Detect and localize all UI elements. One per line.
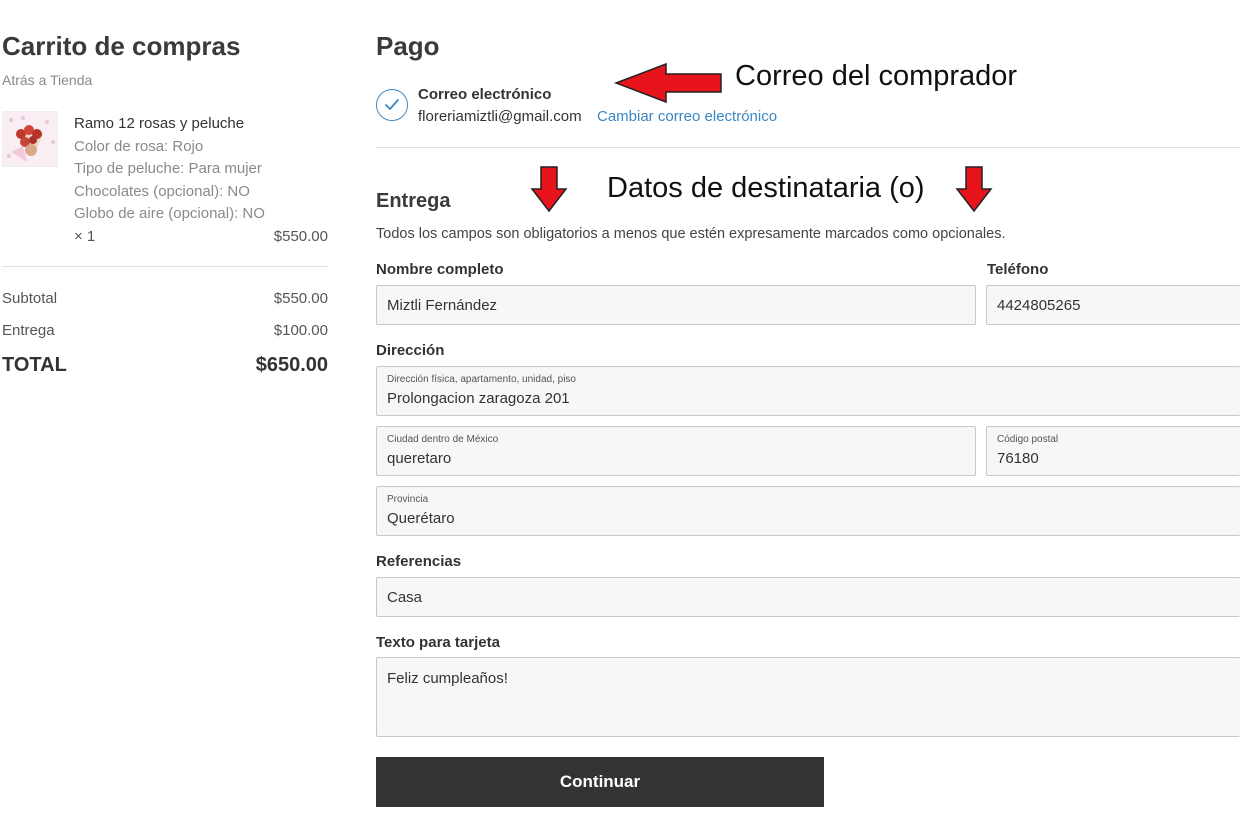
full-name-input[interactable]: Miztli Fernández	[376, 285, 976, 325]
province-select[interactable]: Provincia Querétaro	[376, 486, 1240, 536]
references-value: Casa	[387, 588, 423, 606]
email-value: floreriamiztli@gmail.com	[418, 108, 582, 125]
references-input[interactable]: Casa	[376, 577, 1240, 617]
email-label: Correo electrónico	[418, 86, 552, 103]
postal-code-label: Código postal	[997, 434, 1059, 445]
section-divider	[376, 147, 1240, 148]
phone-label: Teléfono	[987, 261, 1049, 278]
card-text-value: Feliz cumpleaños!	[387, 670, 508, 687]
cart-title: Carrito de compras	[2, 31, 241, 61]
product-option-plush-type: Tipo de peluche: Para mujer	[74, 160, 262, 177]
city-value: queretaro	[387, 450, 452, 467]
delivery-section-title: Entrega	[376, 190, 451, 212]
subtotal-label: Subtotal	[2, 290, 58, 307]
cart-item: Ramo 12 rosas y peluche Color de rosa: R…	[74, 113, 328, 248]
product-price: $550.00	[273, 227, 328, 245]
required-fields-note: Todos los campos son obligatorios a meno…	[376, 226, 1006, 242]
references-label: Referencias	[376, 553, 462, 570]
total-label: TOTAL	[2, 354, 67, 376]
phone-value: 4424805265	[997, 296, 1081, 314]
product-name: Ramo 12 rosas y peluche	[74, 115, 245, 132]
postal-code-value: 76180	[997, 450, 1039, 467]
arrow-down-icon	[955, 166, 993, 213]
continue-button[interactable]: Continuar	[376, 757, 824, 807]
email-verified-check-icon	[376, 89, 408, 121]
product-quantity: × 1	[74, 227, 96, 245]
total-row: TOTAL $650.00	[2, 354, 328, 377]
subtotal-row: Subtotal $550.00	[2, 290, 328, 307]
delivery-cost-label: Entrega	[2, 322, 55, 339]
delivery-cost-value: $100.00	[273, 322, 328, 339]
full-name-label: Nombre completo	[376, 261, 504, 278]
province-label: Provincia	[387, 494, 429, 505]
annotation-recipient-data: Datos de destinataria (o)	[607, 172, 925, 204]
phone-input[interactable]: 4424805265	[986, 285, 1240, 325]
city-input[interactable]: Ciudad dentro de México queretaro	[376, 426, 976, 476]
product-option-rose-color: Color de rosa: Rojo	[74, 137, 204, 155]
province-value: Querétaro	[387, 510, 455, 527]
subtotal-value: $550.00	[273, 290, 328, 307]
city-label: Ciudad dentro de México	[387, 434, 499, 445]
bouquet-image-icon	[3, 112, 57, 166]
street-address-label: Dirección física, apartamento, unidad, p…	[387, 374, 576, 385]
postal-code-input[interactable]: Código postal 76180	[986, 426, 1240, 476]
card-text-textarea[interactable]: Feliz cumpleaños!	[376, 657, 1240, 737]
address-label: Dirección	[376, 342, 445, 359]
cart-divider	[2, 266, 328, 267]
change-email-link[interactable]: Cambiar correo electrónico	[597, 108, 777, 125]
product-option-balloon: Globo de aire (opcional): NO	[74, 205, 265, 222]
annotation-buyer-email: Correo del comprador	[735, 60, 1018, 92]
back-to-store-link[interactable]: Atrás a Tienda	[2, 72, 92, 88]
payment-title: Pago	[376, 31, 440, 61]
delivery-cost-row: Entrega $100.00	[2, 322, 328, 339]
street-address-value: Prolongacion zaragoza 201	[387, 390, 570, 407]
card-text-label: Texto para tarjeta	[376, 634, 500, 651]
full-name-value: Miztli Fernández	[387, 296, 498, 314]
product-option-chocolates: Chocolates (opcional): NO	[74, 182, 250, 200]
arrow-left-icon	[614, 62, 722, 104]
total-value: $650.00	[255, 354, 328, 376]
quantity-price-row: × 1 $550.00	[74, 226, 328, 249]
product-thumbnail	[2, 111, 58, 167]
street-address-input[interactable]: Dirección física, apartamento, unidad, p…	[376, 366, 1240, 416]
arrow-down-icon	[530, 166, 568, 213]
